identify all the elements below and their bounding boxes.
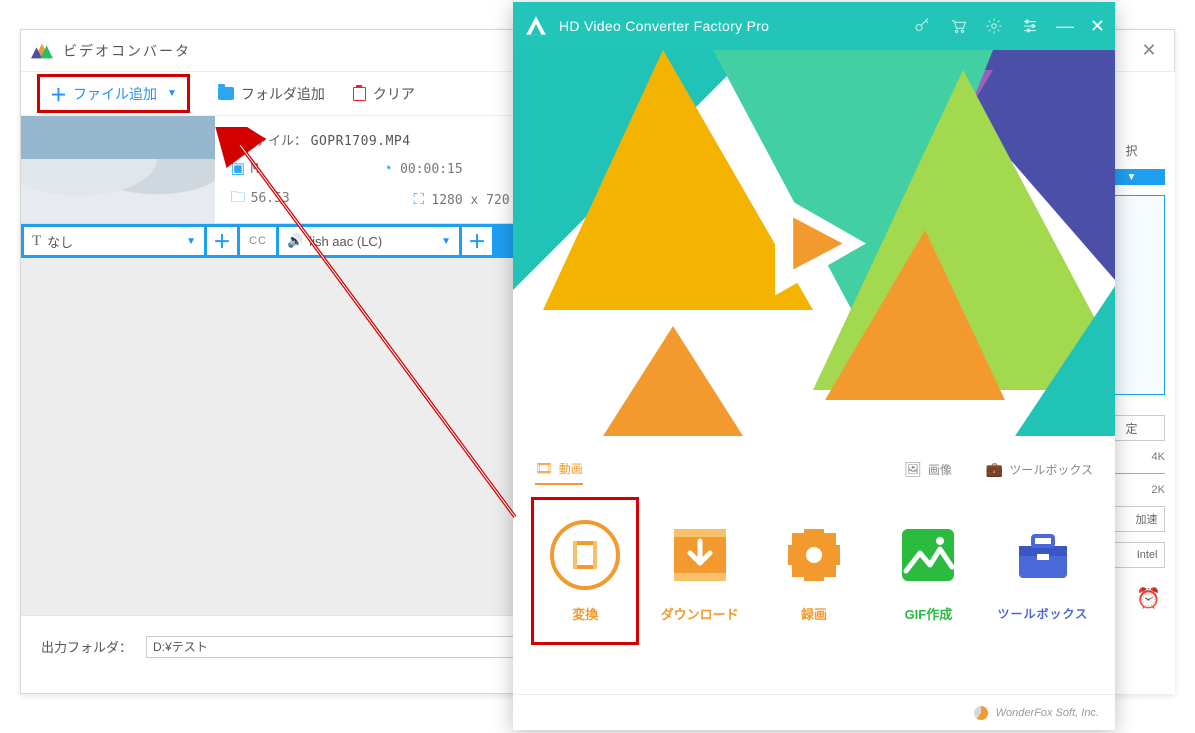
add-file-button[interactable]: ＋ ファイル追加 ▼ xyxy=(37,74,190,113)
video-codec: M xyxy=(251,162,259,177)
source-file-label: 元ファイル： xyxy=(229,133,307,148)
play-triangle-icon xyxy=(749,179,879,309)
cart-icon[interactable] xyxy=(948,16,968,36)
card-gif[interactable]: GIF作成 xyxy=(874,497,982,645)
tab-video[interactable]: 🎞 動画 xyxy=(535,460,583,485)
clear-button[interactable]: クリア xyxy=(353,84,415,104)
card-download[interactable]: ダウンロード xyxy=(645,497,753,645)
subtitle-select[interactable]: T なし ▼ xyxy=(24,227,204,255)
film-icon: 🎞 xyxy=(535,460,553,477)
add-file-label: ファイル追加 xyxy=(73,84,157,104)
trash-icon xyxy=(353,87,366,101)
hd-launcher-window: HD Video Converter Factory Pro — ✕ 🎞 動画 xyxy=(513,2,1115,730)
menu-settings-icon[interactable] xyxy=(1020,16,1040,36)
tab-image-label: 画像 xyxy=(928,461,952,478)
source-file-name: GOPR1709.MP4 xyxy=(311,134,411,149)
image-icon: 🖼 xyxy=(904,461,922,478)
tab-toolbox-label: ツールボックス xyxy=(1009,461,1093,478)
hd-hero-art xyxy=(513,50,1115,450)
resolution-icon: ⛶ xyxy=(410,191,428,208)
output-folder-value: D:¥テスト xyxy=(153,638,208,655)
converter-close-button[interactable]: ✕ xyxy=(1134,36,1164,66)
app-logo-icon xyxy=(31,40,53,62)
hd-title: HD Video Converter Factory Pro xyxy=(559,18,769,34)
chevron-down-icon: ▼ xyxy=(441,236,451,247)
clear-label: クリア xyxy=(373,84,415,104)
card-record-label: 録画 xyxy=(801,604,827,623)
timer-icon[interactable]: ⏰ xyxy=(1136,586,1161,611)
add-folder-button[interactable]: フォルダ追加 xyxy=(218,84,325,104)
res-divider xyxy=(1110,473,1165,474)
card-record[interactable]: 録画 xyxy=(760,497,868,645)
close-button[interactable]: ✕ xyxy=(1090,16,1105,37)
clock-icon: ◔ xyxy=(378,160,396,177)
speaker-icon: 🔊 xyxy=(287,233,303,249)
gear-icon[interactable] xyxy=(984,16,1004,36)
hd-titlebar: HD Video Converter Factory Pro — ✕ xyxy=(513,2,1115,50)
chevron-down-icon: ▼ xyxy=(186,236,196,247)
hd-cards: 変換 ダウンロード 録画 GIF作成 ツールボックス xyxy=(513,485,1115,653)
pick-label: 択 xyxy=(1125,142,1137,159)
download-icon xyxy=(665,520,735,590)
subtitle-value: なし xyxy=(47,232,73,251)
plus-icon: ＋ xyxy=(50,81,67,106)
hd-category-tabs: 🎞 動画 🖼 画像 💼 ツールボックス xyxy=(513,450,1115,485)
folder-icon xyxy=(218,87,234,100)
add-audio-button[interactable]: ＋ xyxy=(462,227,492,255)
file-size: 56.53 xyxy=(251,191,290,206)
add-folder-label: フォルダ追加 xyxy=(241,84,325,104)
hd-footer: WonderFox Soft, Inc. xyxy=(513,694,1115,730)
minimize-button[interactable]: — xyxy=(1056,16,1074,37)
audio-track-select[interactable]: 🔊 lish aac (LC) ▼ xyxy=(279,227,459,255)
tab-image[interactable]: 🖼 画像 xyxy=(904,461,952,484)
tab-toolbox[interactable]: 💼 ツールボックス xyxy=(986,461,1093,484)
convert-icon xyxy=(550,520,620,590)
card-toolbox-label: ツールボックス xyxy=(997,605,1088,622)
video-thumbnail[interactable] xyxy=(21,116,215,223)
res-2k-label[interactable]: 2K xyxy=(1152,484,1165,496)
video-duration: 00:00:15 xyxy=(400,162,463,177)
converter-title: ビデオコンバータ xyxy=(63,41,191,61)
briefcase-icon: 💼 xyxy=(986,461,1003,478)
output-folder-label: 出力フォルダ： xyxy=(41,637,132,656)
card-toolbox[interactable]: ツールボックス xyxy=(989,497,1097,645)
card-download-label: ダウンロード xyxy=(661,604,739,623)
video-resolution: 1280 x 720 xyxy=(431,193,509,208)
gif-icon xyxy=(893,520,963,590)
text-icon: T xyxy=(32,233,41,250)
card-convert[interactable]: 変換 xyxy=(531,497,639,645)
card-convert-label: 変換 xyxy=(572,604,598,623)
hd-footer-text: WonderFox Soft, Inc. xyxy=(996,707,1099,719)
audio-value: lish aac (LC) xyxy=(309,234,382,249)
video-codec-icon: ▣ xyxy=(229,159,247,177)
card-gif-label: GIF作成 xyxy=(905,604,953,623)
record-icon xyxy=(779,520,849,590)
hd-title-actions: — ✕ xyxy=(912,16,1105,37)
file-size-icon: 🗀 xyxy=(229,187,247,212)
cc-icon[interactable]: CC xyxy=(240,227,276,255)
tab-video-label: 動画 xyxy=(559,460,583,477)
res-4k-label[interactable]: 4K xyxy=(1152,451,1165,463)
toolbox-icon xyxy=(1008,521,1078,591)
wonderfox-logo-icon xyxy=(974,706,988,720)
add-subtitle-button[interactable]: ＋ xyxy=(207,227,237,255)
chevron-down-icon: ▼ xyxy=(167,88,177,99)
hd-logo-icon xyxy=(523,13,549,39)
key-icon[interactable] xyxy=(912,16,932,36)
